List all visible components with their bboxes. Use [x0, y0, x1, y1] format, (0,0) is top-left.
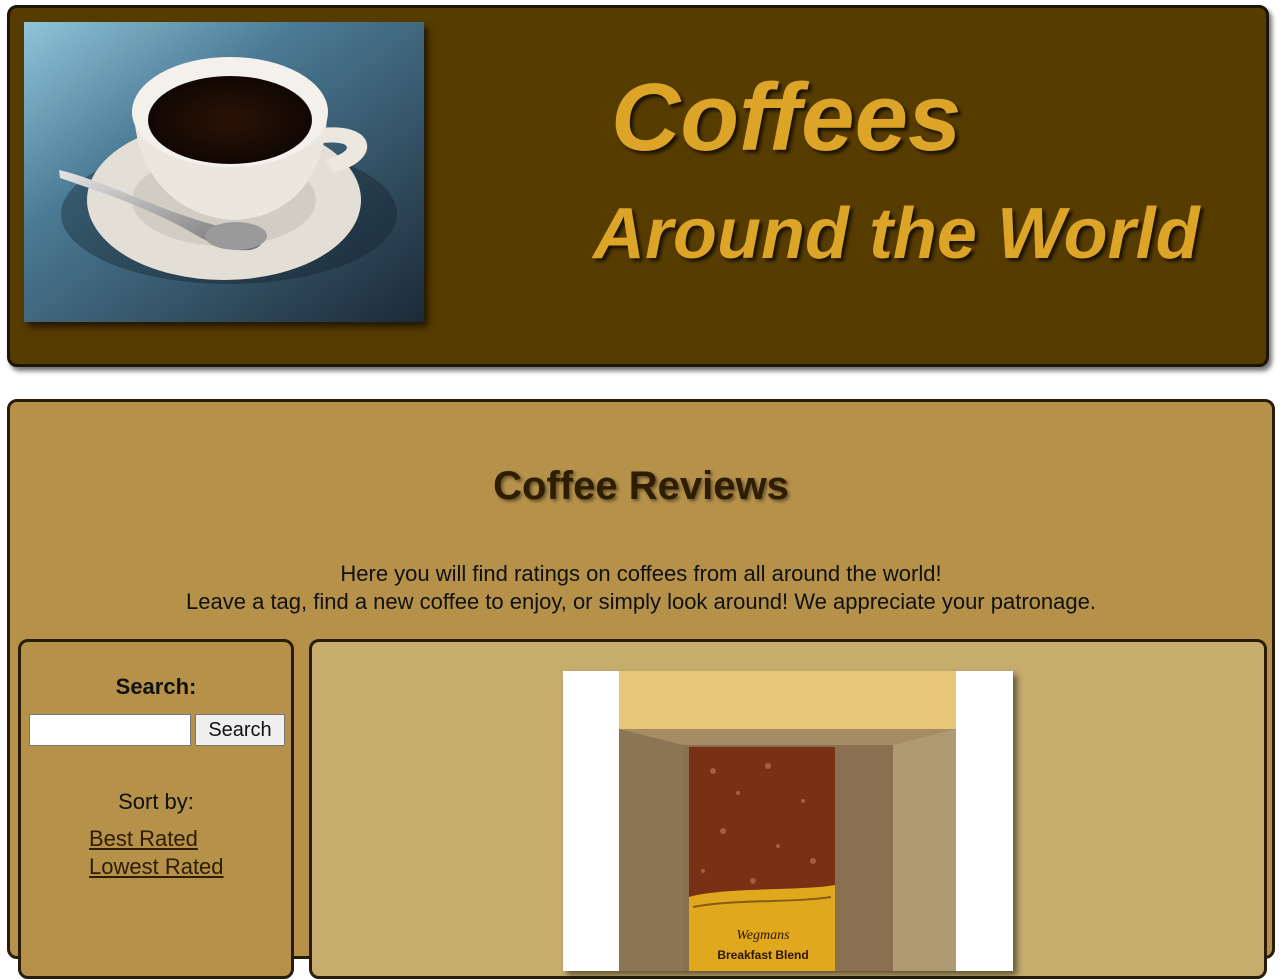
sidebar: Search: Search Sort by: Best Rated Lowes…	[18, 639, 294, 979]
site-title-line2: Around the World	[593, 194, 1200, 274]
coffee-cup-photo	[24, 22, 424, 322]
sort-options: Best Rated Lowest Rated	[89, 825, 224, 881]
intro-text: Here you will find ratings on coffees fr…	[10, 560, 1272, 616]
review-panel: Wegmans Breakfast Blend	[309, 639, 1267, 979]
sort-best-rated-link[interactable]: Best Rated	[89, 825, 224, 853]
site-header: Coffees Around the World	[7, 5, 1269, 367]
page-title: Coffee Reviews	[493, 464, 789, 508]
coffee-bag-photo[interactable]: Wegmans Breakfast Blend	[563, 671, 1013, 971]
sort-label: Sort by:	[118, 789, 194, 814]
bag-brand-text: Wegmans	[736, 928, 790, 943]
bag-label-text: Breakfast Blend	[717, 948, 808, 962]
intro-line-1: Here you will find ratings on coffees fr…	[340, 561, 942, 586]
search-input[interactable]	[29, 714, 191, 746]
search-button[interactable]: Search	[195, 714, 285, 746]
site-title-line1: Coffees	[611, 64, 962, 171]
intro-line-2: Leave a tag, find a new coffee to enjoy,…	[186, 589, 1096, 614]
main-content: Coffee Reviews Here you will find rating…	[7, 399, 1275, 979]
sort-lowest-rated-link[interactable]: Lowest Rated	[89, 853, 224, 881]
search-label: Search:	[115, 674, 197, 699]
